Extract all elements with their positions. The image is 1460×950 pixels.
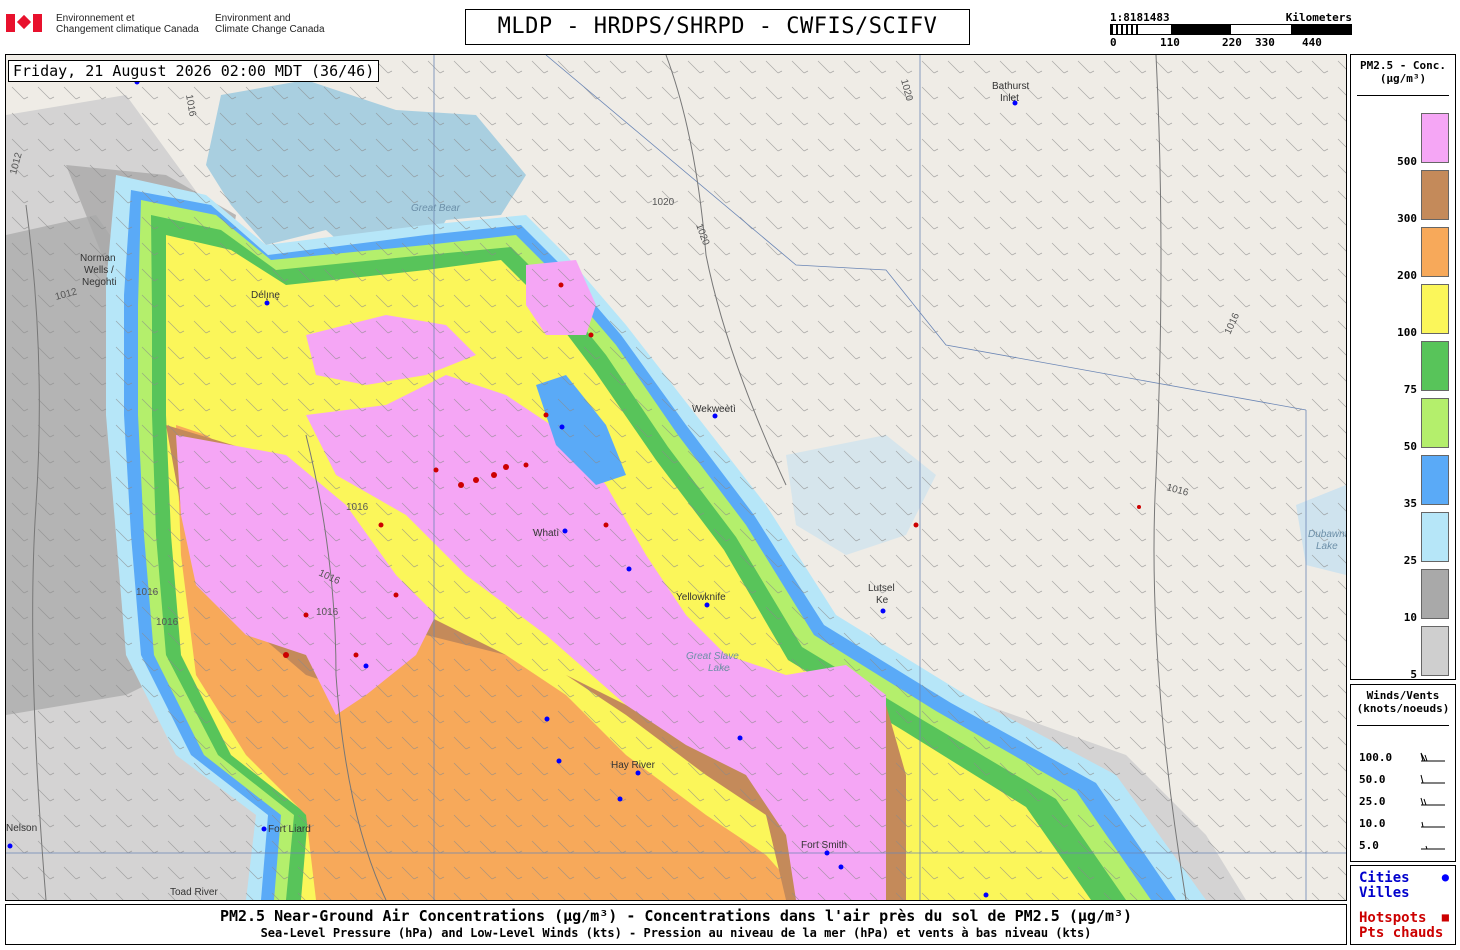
product-title: MLDP - HRDPS/SHRPD - CWFIS/SCIFV (465, 9, 970, 45)
svg-text:Great Slave: Great Slave (686, 651, 739, 662)
legend-swatch (1421, 626, 1449, 676)
wind-speed-label: 5.0 (1359, 839, 1379, 852)
scale-tick: 330 (1255, 36, 1275, 49)
svg-text:Wells /: Wells / (84, 265, 114, 276)
location-legend: Cities ● Villes Hotspots ■ Pts chauds (1350, 865, 1456, 945)
scale-bar-graphic (1110, 24, 1352, 35)
svg-text:Toad River: Toad River (170, 887, 218, 898)
svg-text:1016: 1016 (156, 617, 179, 628)
agency-name-en: Environment and Climate Change Canada (215, 13, 325, 35)
legend-label: 75 (1403, 383, 1417, 396)
wind-speed-label: 25.0 (1359, 795, 1386, 808)
legend-pts-chauds: Pts chauds (1359, 925, 1444, 941)
city-dot-icon: ● (1441, 870, 1449, 884)
wind-barb-icon (1421, 821, 1445, 828)
canada-flag-icon (6, 14, 42, 32)
legend-label: 10 (1403, 611, 1417, 624)
agency-logo: Environnement et Changement climatique C… (6, 12, 336, 38)
legend-label: 100 (1397, 326, 1417, 339)
scale-bar: 1:8181483 Kilometers 0 110 220 330 440 (1110, 11, 1352, 51)
scale-unit: Kilometers (1285, 11, 1352, 24)
svg-text:Bathurst: Bathurst (992, 81, 1029, 92)
legend-swatch (1421, 341, 1449, 391)
wind-barb-icon (1421, 845, 1445, 850)
legend-label: 200 (1397, 269, 1417, 282)
legend-swatch (1421, 398, 1449, 448)
svg-text:Yellowknife: Yellowknife (676, 592, 726, 603)
svg-text:Great Bear: Great Bear (411, 203, 461, 214)
agency-name-fr: Environnement et Changement climatique C… (56, 13, 199, 35)
svg-text:Délı̨nę: Délı̨nę (251, 290, 280, 301)
legend-label: 25 (1403, 554, 1417, 567)
svg-text:Fort Smith: Fort Smith (801, 840, 847, 851)
wind-speed-label: 10.0 (1359, 817, 1386, 830)
wind-speed-label: 50.0 (1359, 773, 1386, 786)
legend-hotspots: Hotspots (1359, 910, 1427, 926)
legend-swatch (1421, 455, 1449, 505)
legend-label: 35 (1403, 497, 1417, 510)
svg-text:1020: 1020 (652, 197, 675, 208)
svg-text:Lake: Lake (1316, 541, 1338, 552)
forecast-map[interactable]: Norman Wells / Negohti Délı̨nę Bathurst … (5, 54, 1347, 901)
legend-label: 500 (1397, 155, 1417, 168)
scale-tick: 440 (1302, 36, 1322, 49)
wind-legend-row: 25.0 (1359, 795, 1451, 809)
scale-tick: 110 (1160, 36, 1180, 49)
legend-title: PM2.5 - Conc. (µg/m³) (1359, 59, 1447, 85)
scale-tick: 220 (1222, 36, 1242, 49)
hotspot-square-icon: ■ (1441, 910, 1449, 924)
svg-text:Lake: Lake (708, 663, 730, 674)
legend-villes: Villes (1359, 885, 1410, 901)
wind-legend-row: 10.0 (1359, 817, 1451, 831)
legend-label: 5 (1410, 668, 1417, 681)
legend-cities: Cities (1359, 870, 1410, 886)
wind-legend-row: 50.0 (1359, 773, 1451, 787)
wind-barb-icon (1420, 797, 1445, 806)
forecast-timestamp: Friday, 21 August 2026 02:00 MDT (36/46) (8, 60, 380, 82)
svg-text:Fort Liard: Fort Liard (268, 824, 311, 835)
caption-line2: Sea-Level Pressure (hPa) and Low-Level W… (260, 926, 1092, 940)
legend-swatch (1421, 113, 1449, 163)
svg-text:Norman: Norman (80, 253, 116, 264)
svg-text:Wekweètì: Wekweètì (692, 404, 736, 415)
legend-label: 300 (1397, 212, 1417, 225)
map-caption: PM2.5 Near-Ground Air Concentrations (µg… (5, 904, 1347, 945)
svg-text:1016: 1016 (136, 587, 159, 598)
scale-tick: 0 (1110, 36, 1117, 49)
scale-ratio: 1:8181483 (1110, 11, 1170, 24)
legend-swatch (1421, 512, 1449, 562)
svg-text:Whatì: Whatì (533, 528, 559, 539)
pm25-legend: PM2.5 - Conc. (µg/m³) 500 300 200 100 75 50 35… (1350, 54, 1456, 681)
svg-text:Negohti: Negohti (82, 277, 116, 288)
wind-legend-title: Winds/Vents (knots/noeuds) (1356, 689, 1450, 715)
wind-legend: Winds/Vents (knots/noeuds) 100.0 50.0 25.0… (1350, 684, 1456, 862)
wind-legend-row: 5.0 (1359, 839, 1451, 853)
svg-text:Inlet: Inlet (1000, 93, 1019, 104)
svg-text:1016: 1016 (316, 607, 339, 618)
wind-barb-icon (1420, 752, 1445, 762)
legend-label: 50 (1403, 440, 1417, 453)
legend-swatch (1421, 569, 1449, 619)
wind-speed-label: 100.0 (1359, 751, 1393, 764)
legend-swatch (1421, 170, 1449, 220)
svg-text:Hay River: Hay River (611, 760, 656, 771)
caption-line1: PM2.5 Near-Ground Air Concentrations (µg… (219, 907, 1133, 925)
svg-text:1016: 1016 (346, 502, 369, 513)
legend-swatch (1421, 227, 1449, 277)
svg-text:Lutsel: Lutsel (868, 583, 895, 594)
svg-text:Dubawnt: Dubawnt (1308, 529, 1346, 540)
svg-text:Ke: Ke (876, 595, 889, 606)
map-canvas: Norman Wells / Negohti Délı̨nę Bathurst … (6, 55, 1346, 900)
wind-barb-icon (1420, 774, 1445, 784)
legend-swatch (1421, 284, 1449, 334)
svg-text:Nelson: Nelson (6, 823, 37, 834)
wind-legend-row: 100.0 (1359, 751, 1451, 765)
